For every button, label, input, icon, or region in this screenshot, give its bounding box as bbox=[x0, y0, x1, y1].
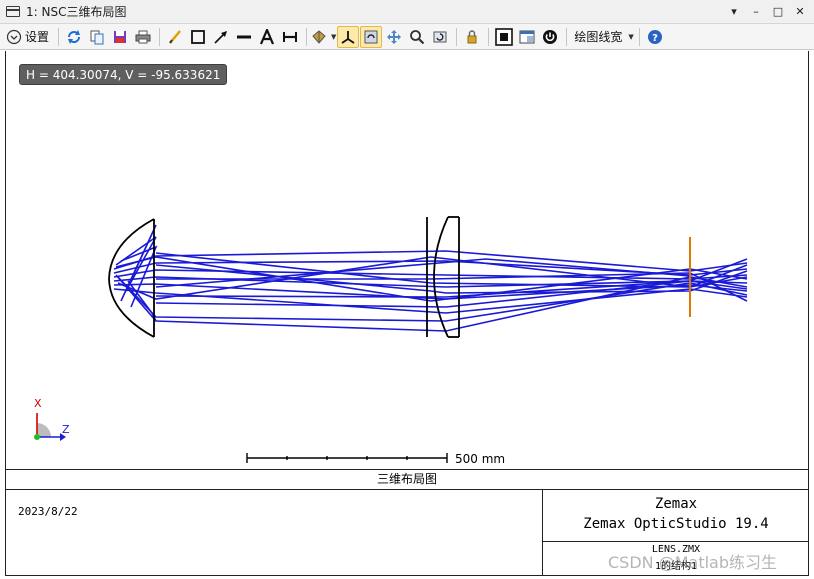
save-icon bbox=[114, 30, 127, 43]
window-icon bbox=[6, 6, 20, 17]
zoom-button[interactable] bbox=[406, 26, 428, 48]
refresh-icon bbox=[68, 29, 81, 44]
scale-bar-label: 500 mm bbox=[455, 452, 506, 466]
rotate-icon bbox=[364, 30, 378, 43]
power-icon bbox=[543, 29, 558, 44]
settings-button[interactable]: 设置 bbox=[6, 26, 53, 48]
line-width-dropdown[interactable]: 绘图线宽 ▼ bbox=[571, 26, 633, 48]
rotate-view-button[interactable]: ▼ bbox=[311, 26, 336, 48]
refresh-button[interactable] bbox=[63, 26, 85, 48]
toolbar-separator bbox=[488, 27, 490, 46]
plot-caption: 三维布局图 bbox=[6, 470, 808, 490]
optical-layout-scene bbox=[34, 216, 748, 463]
print-button[interactable] bbox=[132, 26, 154, 48]
window-layout-button[interactable] bbox=[516, 26, 538, 48]
close-button[interactable]: ✕ bbox=[792, 3, 808, 19]
toolbar-separator bbox=[456, 27, 458, 46]
info-divider bbox=[543, 541, 809, 542]
save-button[interactable] bbox=[109, 26, 131, 48]
axes-view-button[interactable] bbox=[337, 25, 360, 48]
svg-text:?: ? bbox=[652, 33, 658, 44]
maximize-button[interactable]: □ bbox=[770, 3, 786, 19]
dimension-icon bbox=[283, 31, 298, 42]
toolbar-separator bbox=[566, 27, 568, 46]
toolbar: 设置 ▼ 绘图线宽 ▼ ? bbox=[0, 24, 814, 50]
toolbar-separator bbox=[306, 27, 308, 46]
watermark: CSDN @Matlab练习生 bbox=[608, 553, 777, 572]
pencil-icon bbox=[169, 29, 181, 44]
window-title: 1: NSC三维布局图 bbox=[26, 5, 127, 19]
window-title-bar[interactable]: 1: NSC三维布局图 ▾ – □ ✕ bbox=[0, 0, 814, 24]
z-axis-label: Z bbox=[62, 423, 70, 436]
x-axis-label: X bbox=[34, 397, 42, 410]
chevron-down-icon: ▼ bbox=[331, 32, 337, 41]
rectangle-tool-button[interactable] bbox=[187, 26, 209, 48]
toolbar-separator bbox=[58, 27, 60, 46]
rectangle-icon bbox=[191, 29, 205, 44]
lock-icon bbox=[467, 29, 477, 43]
ray-traces bbox=[113, 224, 748, 332]
settings-label: 设置 bbox=[25, 30, 50, 44]
window-controls: ▾ – □ ✕ bbox=[726, 3, 808, 19]
line-tool-button[interactable] bbox=[233, 26, 255, 48]
help-button[interactable]: ? bbox=[644, 26, 666, 48]
lock-button[interactable] bbox=[461, 26, 483, 48]
text-tool-button[interactable] bbox=[256, 26, 278, 48]
rotate-mode-button[interactable] bbox=[360, 25, 383, 48]
rotate-3d-icon bbox=[312, 29, 326, 44]
line-width-label: 绘图线宽 bbox=[574, 30, 623, 44]
copy-icon bbox=[90, 30, 104, 44]
minimize-button[interactable]: – bbox=[748, 3, 764, 19]
magnifier-icon bbox=[410, 29, 425, 44]
move-arrows-icon bbox=[387, 29, 402, 44]
arrow-tool-button[interactable] bbox=[210, 26, 232, 48]
window-layout-icon bbox=[519, 30, 535, 43]
toolbar-separator bbox=[638, 27, 640, 46]
pencil-tool-button[interactable] bbox=[164, 26, 186, 48]
reset-view-button[interactable] bbox=[429, 26, 451, 48]
product-name: Zemax OpticStudio 19.4 bbox=[583, 516, 769, 532]
scale-bar bbox=[246, 453, 448, 463]
text-icon bbox=[260, 28, 275, 44]
line-icon bbox=[237, 35, 252, 38]
pan-button[interactable] bbox=[383, 26, 405, 48]
company-name: Zemax bbox=[654, 496, 698, 512]
copy-button[interactable] bbox=[86, 26, 108, 48]
toolbar-separator bbox=[159, 27, 161, 46]
reset-icon bbox=[433, 31, 447, 42]
layout-plot-area[interactable]: H = 404.30074, V = -95.633621 500 mm X Z bbox=[5, 51, 809, 469]
dimension-tool-button[interactable] bbox=[279, 26, 301, 48]
axes-icon bbox=[341, 30, 355, 44]
chevron-down-icon: ▼ bbox=[628, 32, 634, 41]
fit-window-icon bbox=[495, 27, 514, 46]
help-icon: ? bbox=[647, 29, 662, 44]
arrow-icon bbox=[214, 30, 228, 44]
chevron-circle-down-icon bbox=[6, 29, 22, 44]
power-button[interactable] bbox=[539, 26, 561, 48]
printer-icon bbox=[135, 30, 151, 43]
plot-date: 2023/8/22 bbox=[18, 505, 78, 518]
fit-view-button[interactable] bbox=[493, 26, 515, 48]
dropdown-menu-icon[interactable]: ▾ bbox=[726, 3, 742, 19]
